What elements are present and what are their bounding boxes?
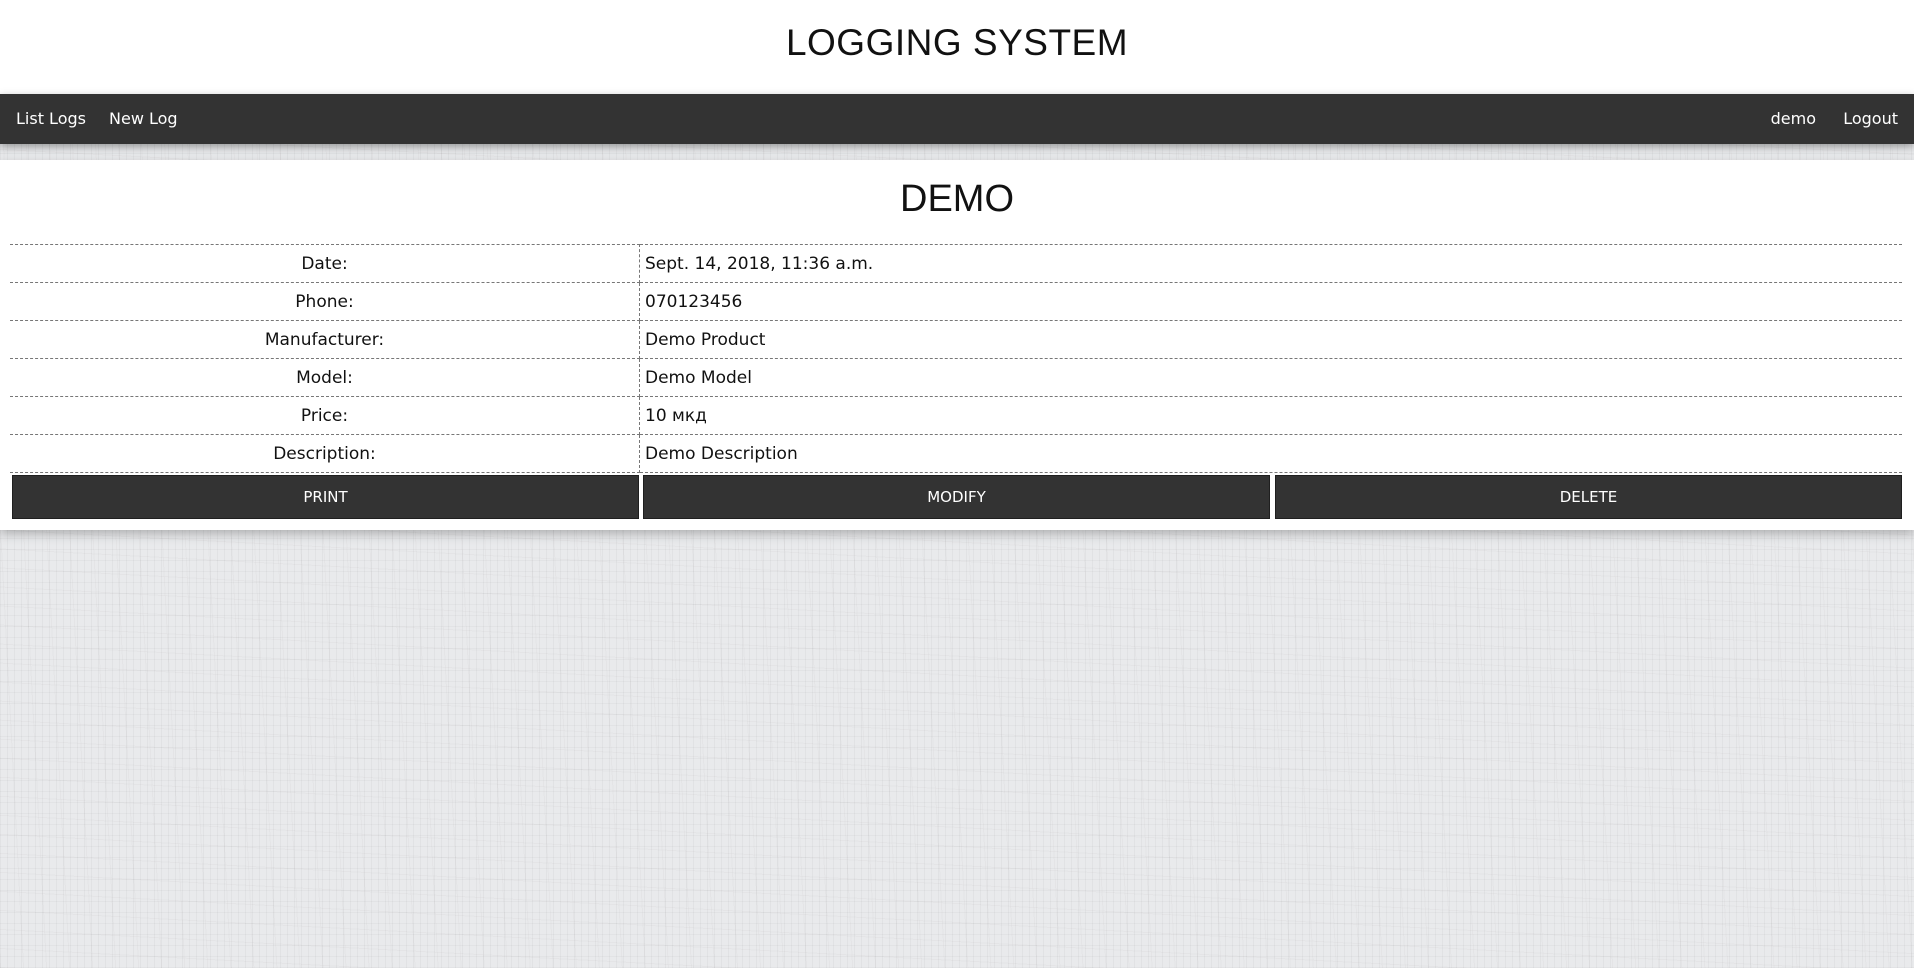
nav-list-logs-link[interactable]: List Logs [16,94,86,144]
detail-label: Price: [10,396,640,435]
detail-label: Model: [10,358,640,397]
log-detail-card: DEMO Date: Sept. 14, 2018, 11:36 a.m. Ph… [0,160,1914,530]
detail-row-model: Model: Demo Model [10,358,1902,397]
detail-row-phone: Phone: 070123456 [10,282,1902,321]
nav-logout-link[interactable]: Logout [1843,94,1898,144]
site-title: LOGGING SYSTEM [785,22,1129,63]
detail-value: 10 мкд [639,396,1902,435]
log-title: DEMO [900,178,1014,220]
detail-row-description: Description: Demo Description [10,434,1902,473]
detail-value: Sept. 14, 2018, 11:36 a.m. [639,244,1902,283]
detail-row-manufacturer: Manufacturer: Demo Product [10,320,1902,359]
navbar: List Logs New Log demo Logout [0,94,1914,144]
site-header: LOGGING SYSTEM [0,0,1914,94]
detail-row-date: Date: Sept. 14, 2018, 11:36 a.m. [10,244,1902,283]
detail-value: 070123456 [639,282,1902,321]
action-bar: PRINT MODIFY DELETE [12,475,1903,519]
modify-button[interactable]: MODIFY [643,475,1270,519]
nav-user-link[interactable]: demo [1771,94,1816,144]
detail-row-price: Price: 10 мкд [10,396,1902,435]
detail-value: Demo Product [639,320,1902,359]
nav-new-log-link[interactable]: New Log [109,94,178,144]
detail-label: Phone: [10,282,640,321]
detail-label: Date: [10,244,640,283]
log-details-table: Date: Sept. 14, 2018, 11:36 a.m. Phone: … [10,244,1902,473]
detail-label: Description: [10,434,640,473]
detail-label: Manufacturer: [10,320,640,359]
detail-value: Demo Model [639,358,1902,397]
delete-button[interactable]: DELETE [1275,475,1902,519]
detail-value: Demo Description [639,434,1902,473]
print-button[interactable]: PRINT [12,475,639,519]
